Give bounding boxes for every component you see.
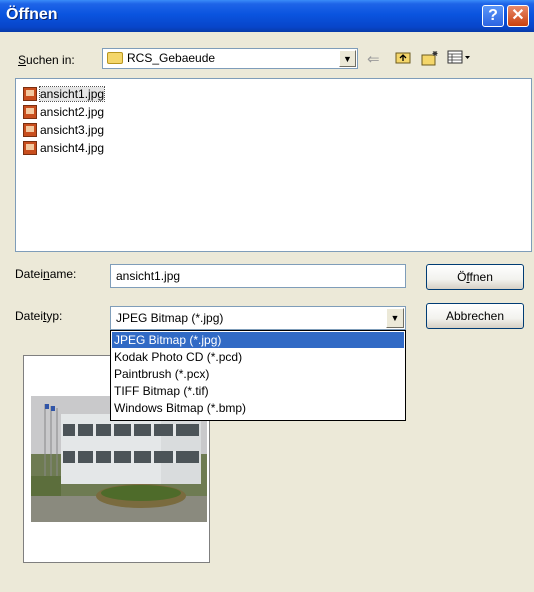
filetype-option[interactable]: Kodak Photo CD (*.pcd)	[112, 349, 404, 365]
chevron-down-icon[interactable]: ▼	[339, 50, 356, 67]
filetype-select[interactable]: JPEG Bitmap (*.jpg) ▼	[110, 306, 406, 330]
image-file-icon	[23, 123, 37, 137]
up-folder-icon[interactable]	[395, 50, 411, 68]
file-item[interactable]: ansicht1.jpg	[21, 85, 106, 103]
file-item[interactable]: ansicht4.jpg	[21, 139, 106, 157]
lookin-combo[interactable]: RCS_Gebaeude ▼	[102, 48, 358, 69]
open-button[interactable]: Öffnen	[426, 264, 524, 290]
file-item[interactable]: ansicht2.jpg	[21, 103, 106, 121]
image-file-icon	[23, 105, 37, 119]
filename-input[interactable]: ansicht1.jpg	[110, 264, 406, 288]
filetype-option[interactable]: Windows Bitmap (*.bmp)	[112, 400, 404, 416]
filetype-value: JPEG Bitmap (*.jpg)	[116, 311, 224, 325]
cancel-button[interactable]: Abbrechen	[426, 303, 524, 329]
filetype-option[interactable]: TIFF Bitmap (*.tif)	[112, 383, 404, 399]
filetype-label: Dateityp:	[15, 309, 63, 323]
title-bar: Öffnen ? ✕	[0, 0, 534, 32]
file-list[interactable]: ansicht1.jpg ansicht2.jpg ansicht3.jpg a…	[15, 78, 532, 252]
help-button[interactable]: ?	[482, 5, 504, 27]
back-arrow-icon[interactable]: ⇐	[367, 50, 380, 68]
image-file-icon	[23, 141, 37, 155]
filetype-dropdown-list[interactable]: JPEG Bitmap (*.jpg) Kodak Photo CD (*.pc…	[110, 330, 406, 421]
chevron-down-icon[interactable]: ▼	[386, 308, 404, 328]
file-item[interactable]: ansicht3.jpg	[21, 121, 106, 139]
close-button[interactable]: ✕	[507, 5, 529, 27]
lookin-value: RCS_Gebaeude	[127, 51, 216, 65]
lookin-label: Suchen in:	[18, 53, 75, 67]
new-folder-icon[interactable]	[421, 50, 439, 70]
image-file-icon	[23, 87, 37, 101]
filetype-option[interactable]: Paintbrush (*.pcx)	[112, 366, 404, 382]
window-title: Öffnen	[6, 6, 58, 23]
folder-icon	[107, 52, 123, 64]
view-menu-icon[interactable]	[447, 50, 471, 68]
filename-label: Dateiname:	[15, 267, 77, 281]
filetype-option[interactable]: JPEG Bitmap (*.jpg)	[112, 332, 404, 348]
